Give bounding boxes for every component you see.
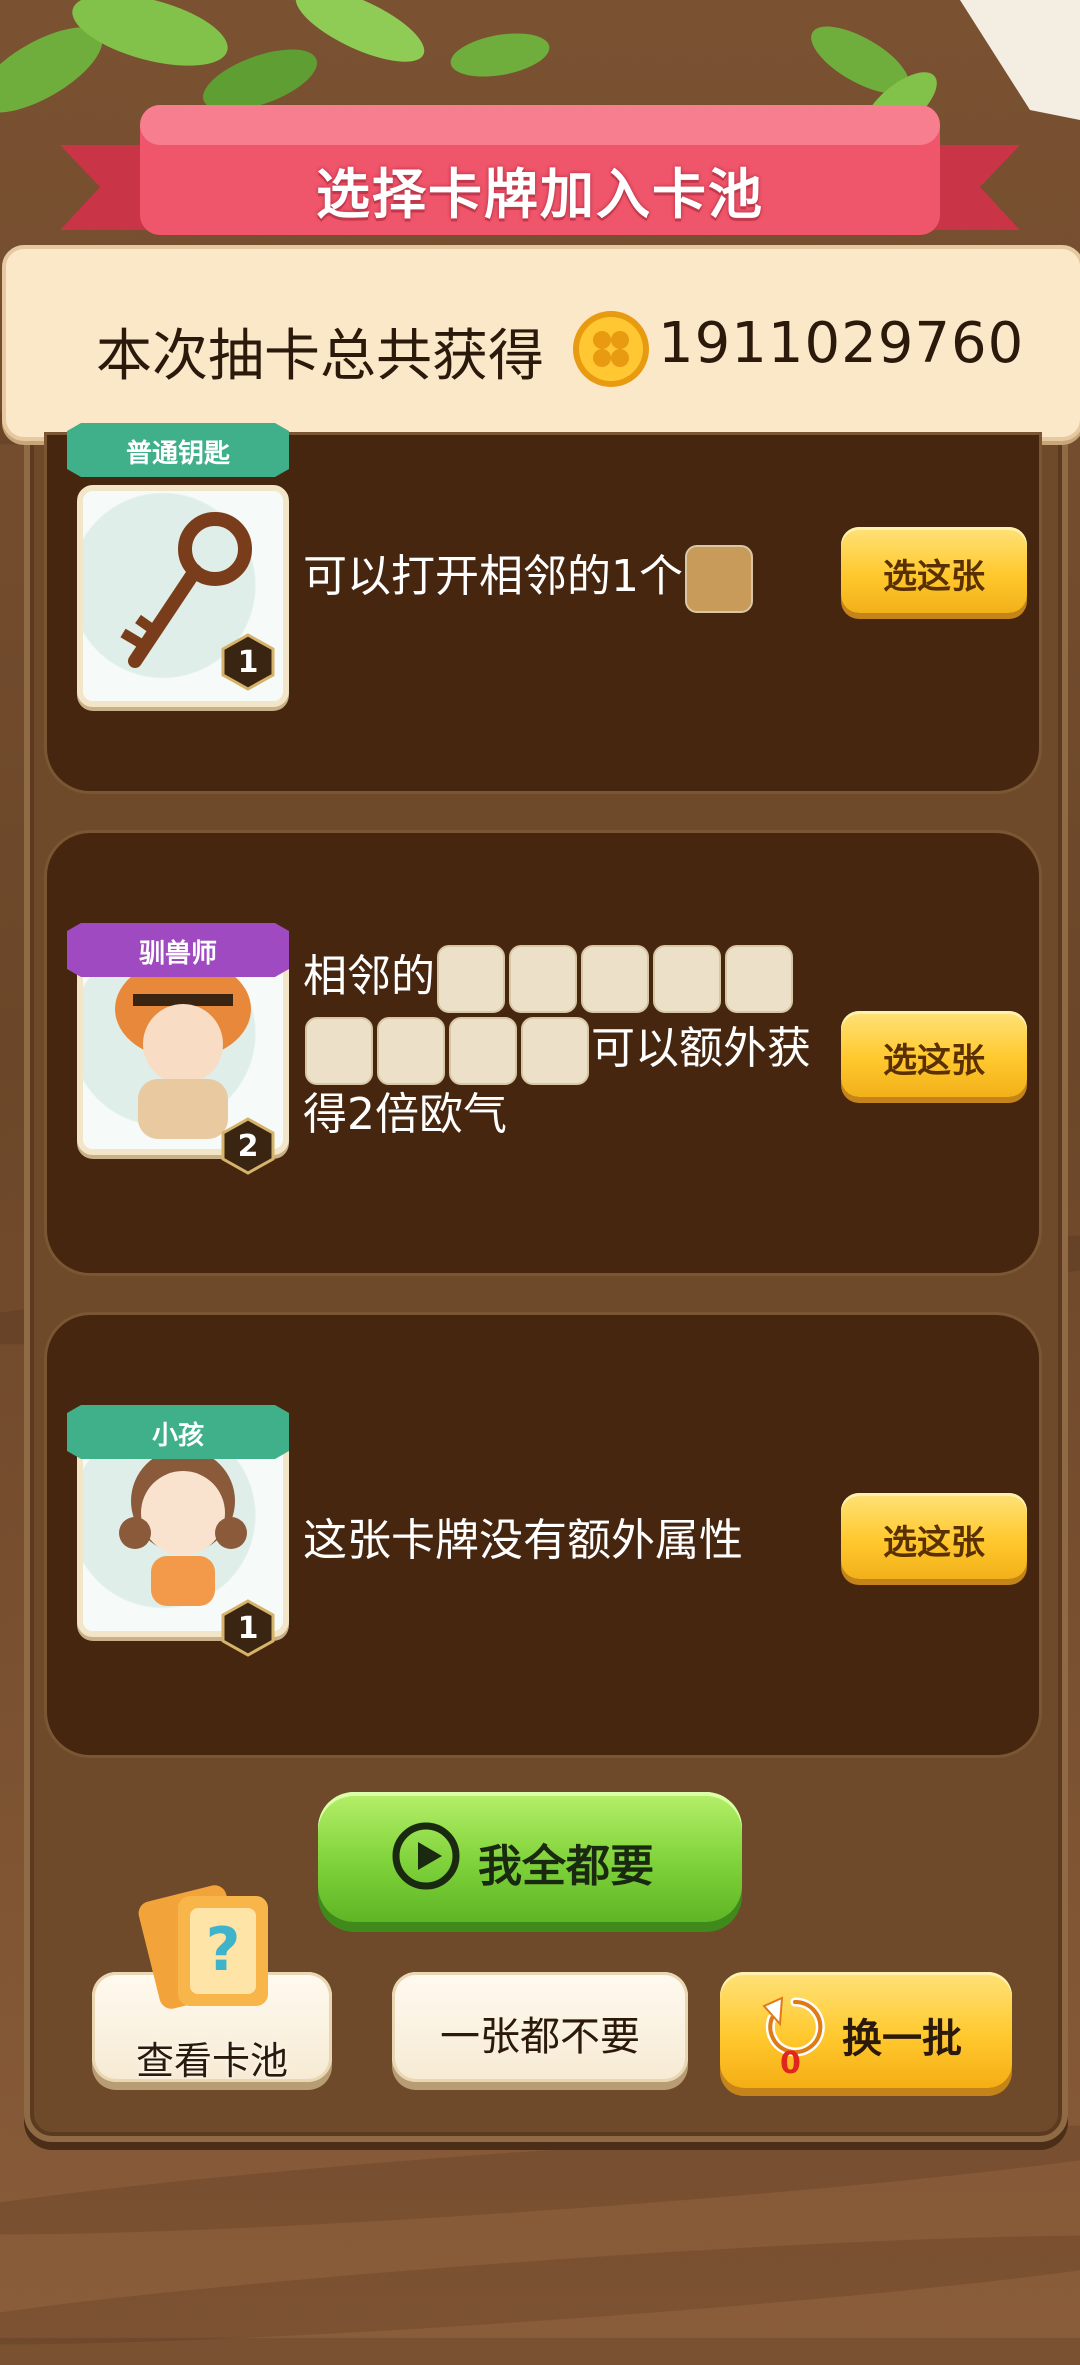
- take-none-button[interactable]: 一张都不要: [392, 1972, 688, 2082]
- deer-icon: [305, 1017, 373, 1085]
- total-earned-bar: 本次抽卡总共获得 1911029760: [2, 245, 1080, 441]
- card-ribbon: 小孩: [67, 1405, 289, 1459]
- select-card-button[interactable]: 选这张: [841, 1011, 1027, 1097]
- level-badge: 1: [219, 633, 277, 691]
- shiba-icon: [725, 945, 793, 1013]
- refresh-label: 换一批: [842, 2016, 962, 2062]
- chicken-icon: [377, 1017, 445, 1085]
- refresh-batch-button[interactable]: 0 换一批: [720, 1972, 1012, 2088]
- dog-icon: [509, 945, 577, 1013]
- select-card-button[interactable]: 选这张: [841, 1493, 1027, 1579]
- level-badge: 2: [219, 1117, 277, 1175]
- play-icon: [392, 1822, 460, 1890]
- refresh-count: 0: [780, 2046, 801, 2081]
- level-badge: 1: [219, 1599, 277, 1657]
- view-pool-button[interactable]: ? 查看卡池: [92, 1885, 332, 2083]
- card-description: 这张卡牌没有额外属性: [303, 1515, 743, 1566]
- clover-coin-icon: [573, 311, 649, 387]
- card-description: 可以打开相邻的1个: [303, 545, 755, 613]
- card-ribbon: 驯兽师: [67, 923, 289, 977]
- page-title: 选择卡牌加入卡池: [316, 163, 764, 226]
- card-pool-icon: ?: [138, 1885, 268, 2009]
- card-row-tamer: 驯兽师 2 相邻的 可以额外获 得2倍欧气 选这张: [44, 830, 1042, 1276]
- card-name: 小孩: [151, 1421, 204, 1451]
- squirrel-icon: [449, 1017, 517, 1085]
- mouse-icon: [581, 945, 649, 1013]
- card-ribbon: 普通钥匙: [67, 423, 289, 477]
- husky-icon: [437, 945, 505, 1013]
- take-all-button[interactable]: 我全都要: [318, 1792, 742, 1922]
- total-label: 本次抽卡总共获得: [96, 324, 544, 389]
- card-description: 相邻的 可以额外获 得2倍欧气: [303, 945, 863, 1145]
- cat-icon: [653, 945, 721, 1013]
- treasure-chest-icon: [685, 545, 753, 613]
- samoyed-icon: [521, 1017, 589, 1085]
- svg-text:?: ?: [206, 1915, 241, 1985]
- card-row-key: 普通钥匙 1 可以打开相邻的1个 选这张: [44, 423, 1042, 794]
- card-name: 普通钥匙: [125, 439, 230, 469]
- wood-grain: [0, 2214, 1080, 2365]
- card-row-child: 小孩 1 这张卡牌没有额外属性 选这张: [44, 1312, 1042, 1758]
- card-name: 驯兽师: [138, 939, 217, 969]
- total-amount: 1911029760: [658, 311, 1025, 376]
- select-card-button[interactable]: 选这张: [841, 527, 1027, 613]
